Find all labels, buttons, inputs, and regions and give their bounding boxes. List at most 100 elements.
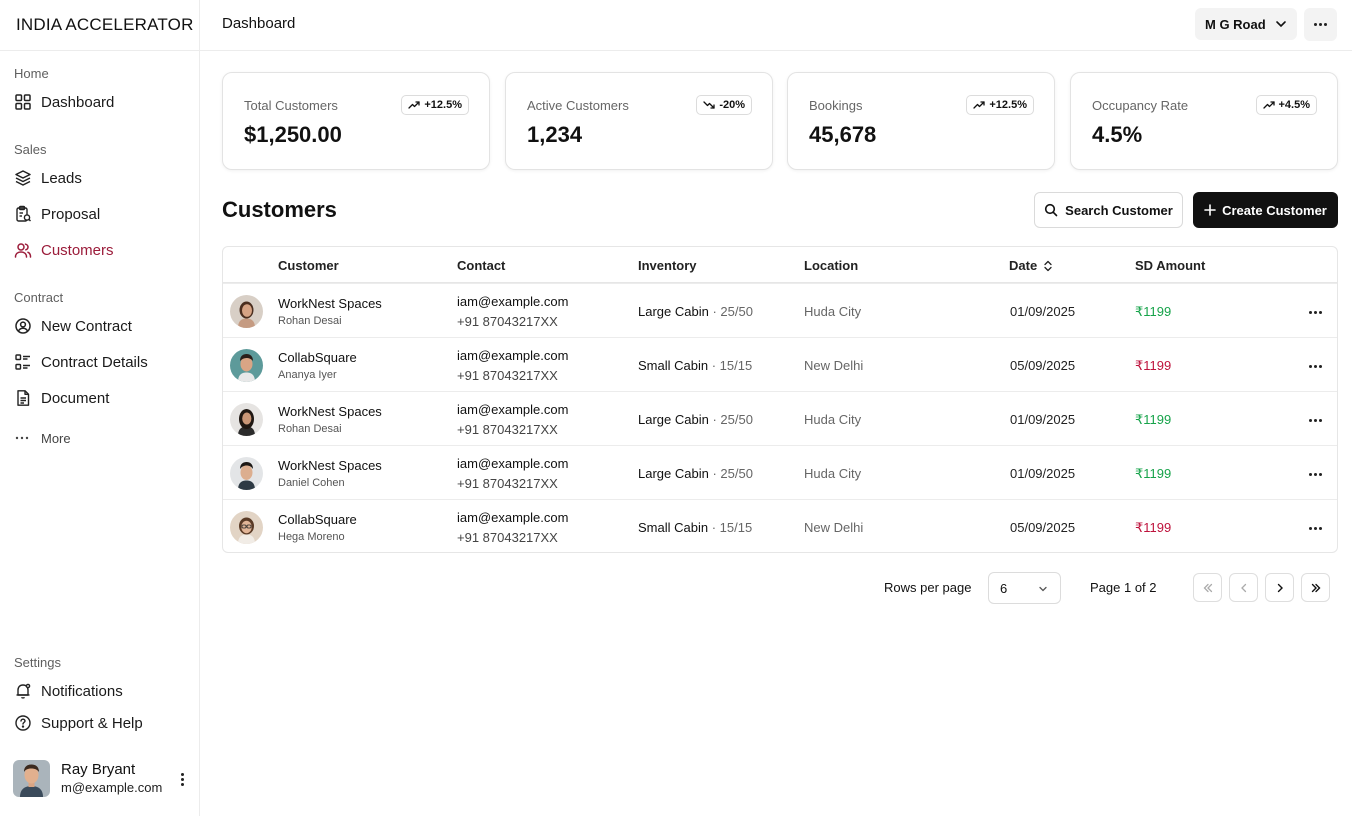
page-indicator: Page 1 of 2 [1090,580,1157,595]
sidebar-item-proposal[interactable]: Proposal [14,203,100,225]
amount-cell: ₹1199 [1135,466,1172,481]
inventory-capacity: · 15/15 [711,520,753,535]
column-header-customer[interactable]: Customer [278,258,339,273]
avatar [230,457,263,490]
stat-value: 45,678 [809,122,877,147]
stat-label: Active Customers [527,98,629,113]
sidebar-item-notifications[interactable]: Notifications [14,680,123,702]
sidebar-item-label: New Contract [41,317,132,335]
amount-cell: ₹1199 [1135,304,1172,319]
clipboard-icon [16,205,31,222]
customers-table: Customer Contact Inventory Location Date… [222,246,1338,553]
sidebar-item-support[interactable]: Support & Help [14,712,143,734]
trend-badge: +4.5% [1255,95,1317,115]
column-header-contact[interactable]: Contact [457,258,505,273]
customer-company: WorkNest Spaces [278,404,382,419]
inventory-type: Large Cabin [638,466,709,481]
user-menu-button[interactable] [175,769,189,789]
column-header-location[interactable]: Location [804,258,858,273]
search-customer-button[interactable]: Search Customer [1034,192,1183,228]
contact-email: iam@example.com [457,510,569,525]
page-title: Dashboard [222,15,296,32]
table-row[interactable]: WorkNest Spaces Rohan Desai iam@example.… [223,391,1337,445]
date-cell: 01/09/2025 [1010,466,1076,481]
column-header-inventory[interactable]: Inventory [638,258,697,273]
sidebar-item-contract-details[interactable]: Contract Details [14,351,148,373]
inventory-cell: Small Cabin · 15/15 [638,520,752,535]
stat-value: 1,234 [527,122,583,147]
sidebar-item-label: Customers [41,241,114,259]
sidebar-item-label: Contract Details [41,353,148,371]
plus-icon [1204,204,1216,216]
inventory-capacity: · 15/15 [711,358,753,373]
next-page-button[interactable] [1265,573,1294,602]
inventory-cell: Large Cabin · 25/50 [638,412,753,427]
stat-card-total-customers: Total Customers $1,250.00 +12.5% [222,72,490,170]
row-actions-button[interactable] [1307,358,1323,374]
location-select[interactable]: M G Road [1195,8,1297,40]
customer-company: CollabSquare [278,512,357,527]
stat-label: Total Customers [244,98,338,113]
more-options-button[interactable] [1304,8,1337,41]
sidebar-item-label: Notifications [41,682,123,700]
customer-company: WorkNest Spaces [278,458,382,473]
sidebar-item-dashboard[interactable]: Dashboard [14,91,114,113]
user-email: m@example.com [61,780,163,795]
location-cell: New Delhi [804,520,864,535]
chevrons-right-icon [1311,583,1320,592]
inventory-cell: Large Cabin · 25/50 [638,304,753,319]
date-cell: 05/09/2025 [1010,520,1076,535]
location-value: M G Road [1205,16,1266,32]
column-header-date[interactable]: Date [1009,258,1053,273]
trend-badge: +12.5% [966,95,1034,115]
chevron-left-icon [1240,583,1246,592]
avatar [230,295,263,328]
sidebar-item-label: Support & Help [41,714,143,732]
row-actions-button[interactable] [1307,304,1323,320]
trend-badge: +12.5% [401,95,469,115]
grid-icon [15,94,31,110]
contact-email: iam@example.com [457,294,569,309]
trend-badge: -20% [696,95,752,115]
sidebar-item-customers[interactable]: Customers [14,239,114,261]
sidebar-item-new-contract[interactable]: New Contract [14,315,132,337]
table-row[interactable]: CollabSquare Hega Moreno iam@example.com… [223,499,1337,553]
table-row[interactable]: WorkNest Spaces Rohan Desai iam@example.… [223,283,1337,337]
rows-per-page-value: 6 [1000,580,1008,596]
trending-up-icon [408,101,421,109]
customer-person: Ananya Iyer [278,369,337,381]
section-label-settings: Settings [14,655,61,670]
button-label: Create Customer [1222,202,1327,218]
table-row[interactable]: WorkNest Spaces Daniel Cohen iam@example… [223,445,1337,499]
chevron-down-icon [1039,586,1047,592]
column-header-sd-amount[interactable]: SD Amount [1135,258,1205,273]
sidebar-item-more[interactable]: More [14,427,71,449]
search-icon [1045,203,1058,217]
user-profile[interactable]: Ray Bryant m@example.com [13,760,193,797]
chevrons-left-icon [1203,583,1212,592]
row-actions-button[interactable] [1307,520,1323,536]
chevron-down-icon [1276,21,1286,28]
rows-per-page-select[interactable]: 6 [988,572,1061,604]
section-label-home: Home [14,66,49,81]
row-actions-button[interactable] [1307,466,1323,482]
contact-email: iam@example.com [457,402,569,417]
bell-icon [16,683,31,699]
table-row[interactable]: CollabSquare Ananya Iyer iam@example.com… [223,337,1337,391]
section-label-sales: Sales [14,142,47,157]
create-customer-button[interactable]: Create Customer [1193,192,1338,228]
previous-page-button[interactable] [1229,573,1258,602]
avatar [13,760,50,797]
contact-phone: +91 87043217XX [457,314,558,329]
last-page-button[interactable] [1301,573,1330,602]
divider [0,50,200,51]
row-actions-button[interactable] [1307,412,1323,428]
stat-value: 4.5% [1092,122,1143,147]
contact-email: iam@example.com [457,456,569,471]
stat-value: $1,250.00 [244,122,342,147]
stat-label: Occupancy Rate [1092,98,1189,113]
sidebar-item-leads[interactable]: Leads [14,167,82,189]
sidebar-item-document[interactable]: Document [14,387,109,409]
sidebar-item-label: Document [41,389,110,407]
first-page-button[interactable] [1193,573,1222,602]
